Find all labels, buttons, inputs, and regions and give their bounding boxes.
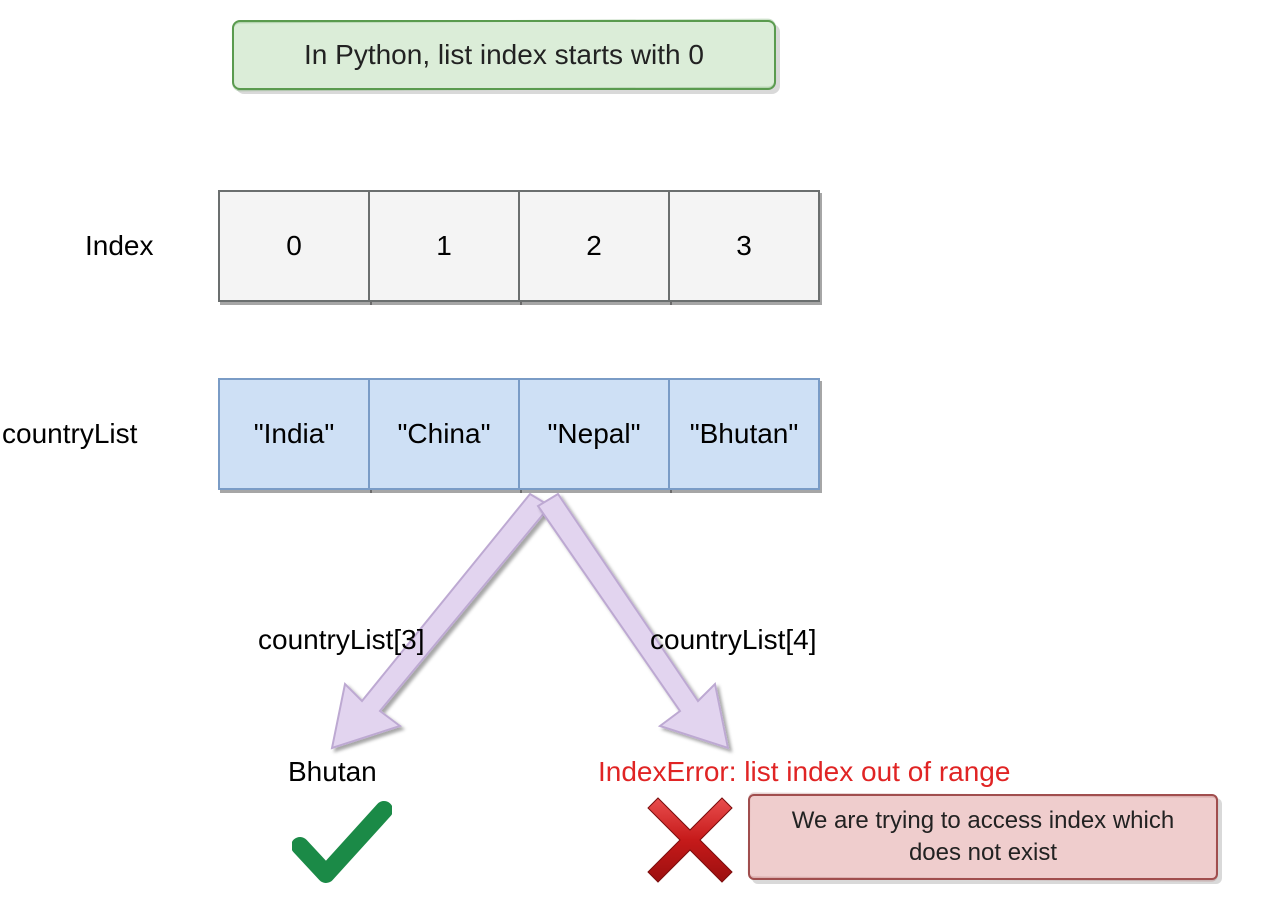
title-text: In Python, list index starts with 0 [304,39,704,71]
index-row: 0 1 2 3 [218,190,818,302]
label-countrylist: countryList [2,418,137,450]
code-left: countryList[3] [258,624,425,656]
country-row: "India" "China" "Nepal" "Bhutan" [218,378,818,490]
code-right: countryList[4] [650,624,817,656]
error-explanation-box: We are trying to access index which does… [748,794,1218,880]
index-cell: 3 [668,190,820,302]
index-cell: 2 [518,190,670,302]
error-message: IndexError: list index out of range [598,756,1010,788]
label-index: Index [85,230,154,262]
country-cell: "China" [368,378,520,490]
country-cell-value: "China" [397,418,490,450]
index-cell-value: 0 [286,230,302,262]
country-cell-value: "India" [254,418,335,450]
index-cell-value: 1 [436,230,452,262]
country-cell-value: "Bhutan" [690,418,799,450]
index-cell: 1 [368,190,520,302]
title-box: In Python, list index starts with 0 [232,20,776,90]
cross-icon [644,794,736,886]
index-cell-value: 3 [736,230,752,262]
result-left: Bhutan [288,756,377,788]
country-cell-value: "Nepal" [547,418,640,450]
country-cell: "India" [218,378,370,490]
country-cell: "Bhutan" [668,378,820,490]
error-explanation-text: We are trying to access index which does… [764,805,1202,870]
country-cell: "Nepal" [518,378,670,490]
index-cell-value: 2 [586,230,602,262]
check-icon [292,800,392,890]
index-cell: 0 [218,190,370,302]
